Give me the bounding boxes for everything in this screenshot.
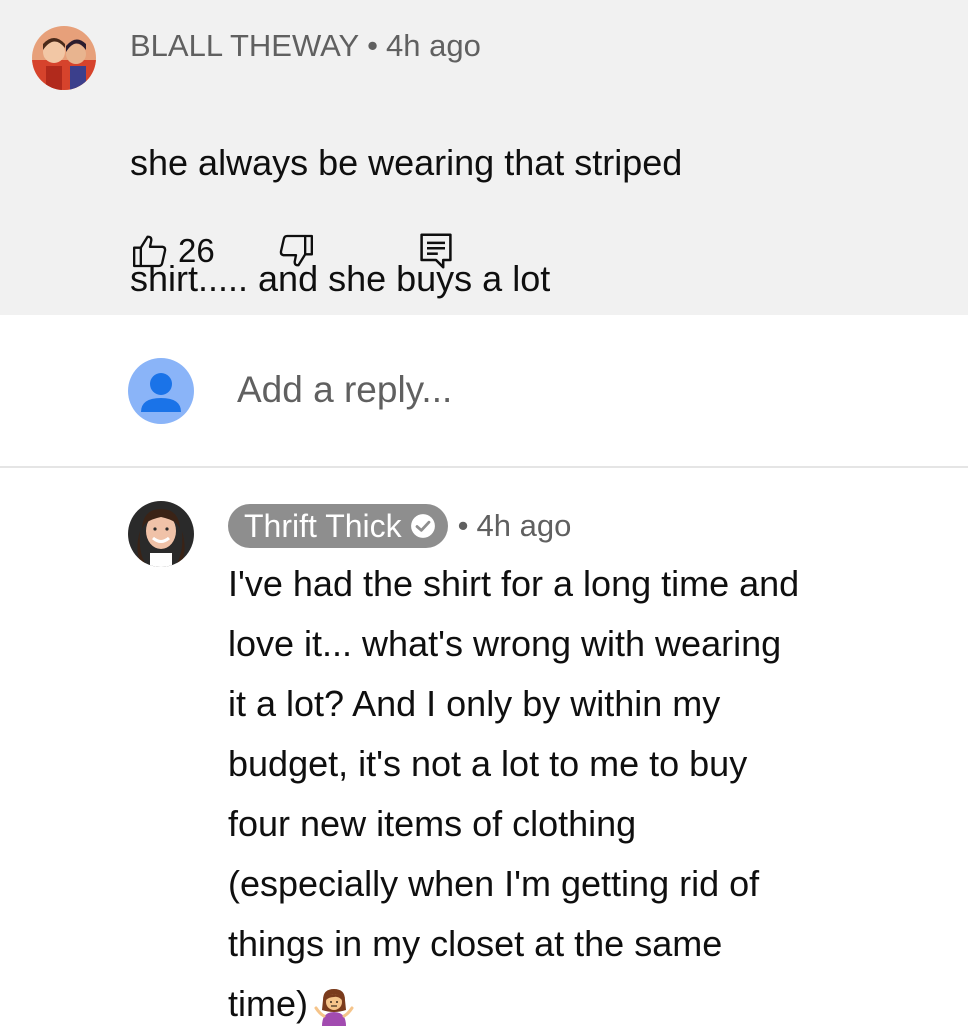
like-count: 26 bbox=[178, 232, 215, 269]
comment-line: (especially when I'm getting rid of bbox=[228, 863, 760, 904]
like-button[interactable]: 26 bbox=[130, 228, 215, 274]
comment-icon bbox=[420, 233, 452, 269]
comment-line: four new items of clothing bbox=[228, 803, 637, 844]
author-name[interactable]: BLALL THEWAY bbox=[130, 28, 359, 63]
reply-button[interactable] bbox=[418, 228, 454, 274]
thumbs-up-icon bbox=[133, 235, 167, 268]
comment-line: time) bbox=[228, 983, 308, 1024]
reply-input[interactable] bbox=[237, 369, 917, 411]
comment-line: shirt..... and she buys a lot bbox=[130, 258, 551, 299]
dislike-button[interactable] bbox=[276, 228, 316, 274]
comment-line: it a lot? And I only by within my bbox=[228, 683, 721, 724]
comment-line: she always be wearing that striped bbox=[130, 142, 683, 183]
timestamp: 4h ago bbox=[386, 28, 481, 63]
timestamp: 4h ago bbox=[476, 508, 572, 543]
comment-line-last: time) bbox=[228, 974, 928, 1034]
reply-box bbox=[0, 315, 968, 468]
meta-separator: • bbox=[367, 28, 378, 63]
comment-text: I've had the shirt for a long time and l… bbox=[228, 554, 928, 1034]
author-chip[interactable]: Thrift Thick bbox=[228, 504, 448, 548]
comment-line: love it... what's wrong with wearing bbox=[228, 623, 782, 664]
comment-line: budget, it's not a lot to me to buy bbox=[228, 743, 748, 784]
meta-separator: • bbox=[457, 508, 469, 543]
verified-check-icon bbox=[410, 514, 435, 538]
person-shrugging-emoji bbox=[314, 989, 354, 1027]
highlighted-comment: BLALL THEWAY • 4h ago she always be wearin… bbox=[0, 0, 968, 315]
comment-meta: BLALL THEWAY • 4h ago bbox=[130, 28, 481, 64]
avatar[interactable] bbox=[32, 26, 96, 90]
thumbs-down-icon bbox=[279, 234, 313, 267]
avatar[interactable] bbox=[128, 501, 194, 567]
comment-line: things in my closet at the same bbox=[228, 923, 723, 964]
comment-meta: Thrift Thick • 4h ago bbox=[228, 504, 571, 548]
current-user-avatar bbox=[128, 358, 194, 424]
reply-comment: Thrift Thick • 4h ago I've had the shirt… bbox=[0, 468, 968, 1027]
comment-line: I've had the shirt for a long time and bbox=[228, 563, 800, 604]
author-name: Thrift Thick bbox=[244, 507, 402, 544]
